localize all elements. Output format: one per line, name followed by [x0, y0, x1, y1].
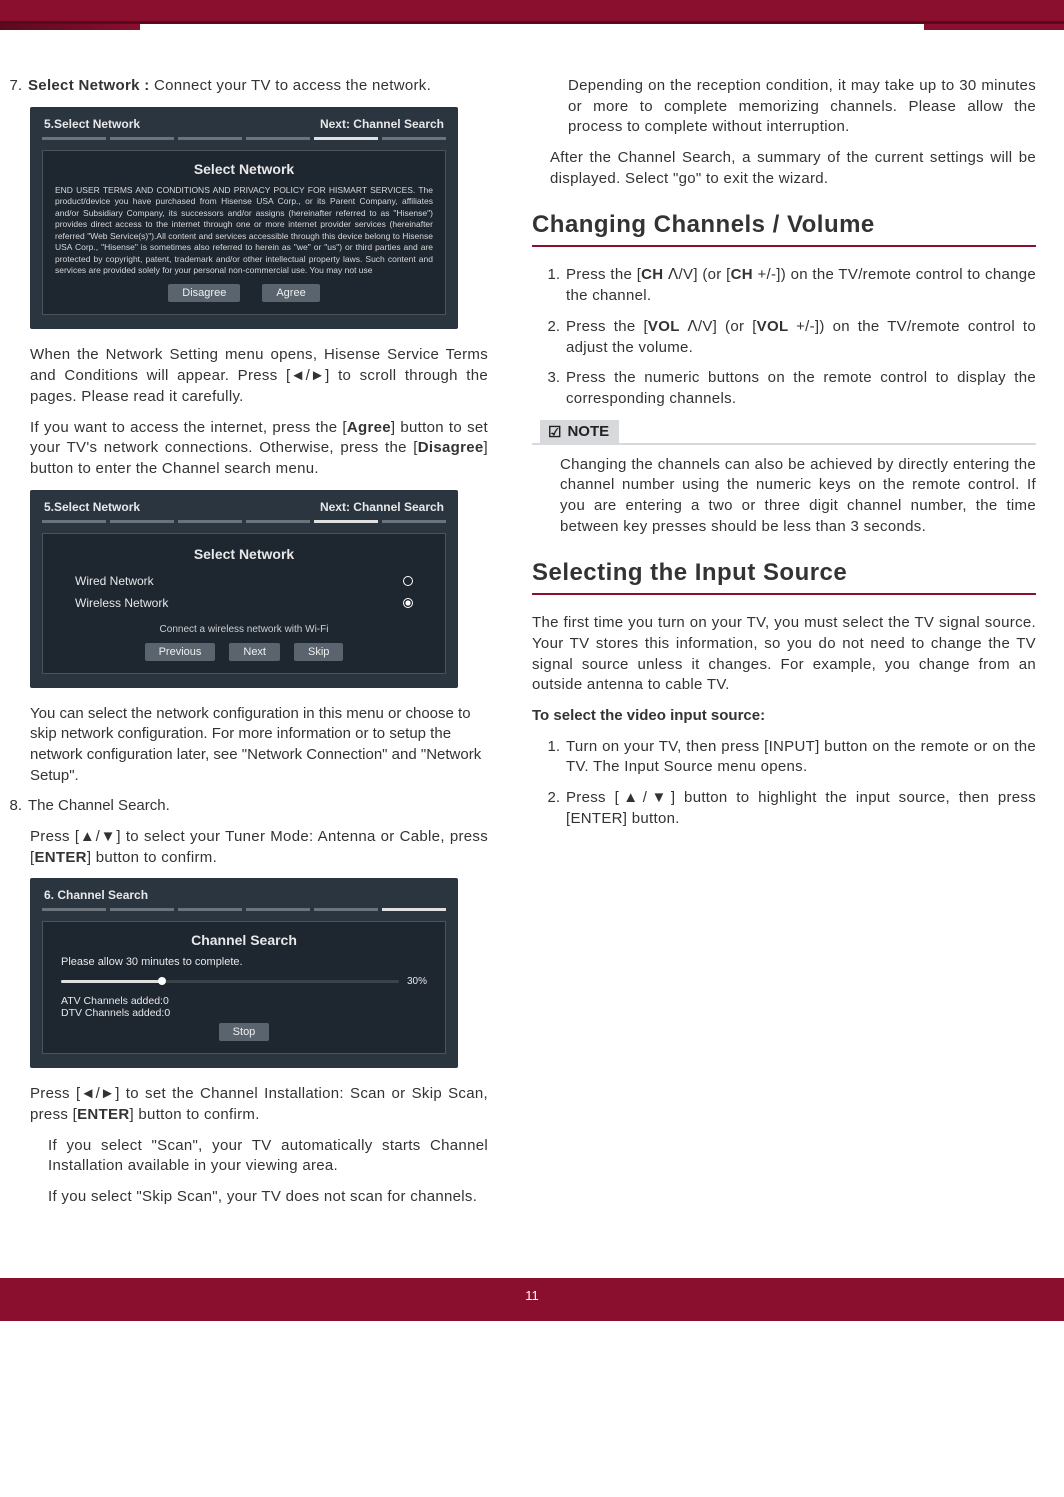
radio-icon: [403, 576, 413, 586]
step-progress: [42, 137, 446, 140]
option-label: Wireless Network: [75, 596, 168, 610]
paragraph: You can select the network configuration…: [30, 704, 488, 787]
option-hint: Connect a wireless network with Wi-Fi: [71, 624, 417, 635]
item-text: The Channel Search.: [28, 796, 488, 817]
text-run: Press the [: [566, 318, 648, 335]
text-bold: VOL: [757, 318, 796, 335]
radio-selected-icon: [403, 598, 413, 608]
list-item: 1. Press the [CH ᐱ/V] (or [CH +/-]) on t…: [540, 265, 1036, 306]
item-text: Turn on your TV, then press [INPUT] butt…: [566, 737, 1036, 778]
list-item: 1. Turn on your TV, then press [INPUT] b…: [540, 737, 1036, 778]
paragraph: Press [◄/►] to set the Channel Installat…: [30, 1084, 488, 1125]
atv-count: ATV Channels added:0: [61, 995, 427, 1007]
item-number: 2.: [540, 788, 560, 829]
wizard-panel-network: 5.Select Network Next: Channel Search Se…: [30, 490, 458, 688]
left-column: 7. Select Network : Connect your TV to a…: [0, 70, 488, 1218]
section-title: Selecting the Input Source: [532, 559, 1036, 587]
list-item: 3. Press the numeric buttons on the remo…: [540, 368, 1036, 409]
option-wireless[interactable]: Wireless Network: [71, 592, 417, 614]
frame-title: Channel Search: [61, 932, 427, 948]
item-text: Press the numeric buttons on the remote …: [566, 368, 1036, 409]
text-run: Press the [: [566, 266, 641, 283]
panel-next-label: Next: Channel Search: [320, 500, 444, 514]
disagree-button[interactable]: Disagree: [168, 284, 240, 302]
previous-button[interactable]: Previous: [145, 643, 216, 661]
frame-title: Select Network: [55, 161, 433, 177]
item-number: 2.: [540, 317, 560, 358]
page-body: 7. Select Network : Connect your TV to a…: [0, 30, 1064, 1238]
item-number: 3.: [540, 368, 560, 409]
option-label: Wired Network: [75, 574, 154, 588]
subheading: To select the video input source:: [532, 706, 1036, 727]
text-bold: ENTER: [77, 1106, 129, 1123]
list-item: 2. Press [▲/▼] button to highlight the i…: [540, 788, 1036, 829]
list-item: 2. Press the [VOL ᐱ/V] (or [VOL +/-]) on…: [540, 317, 1036, 358]
paragraph: If you select "Skip Scan", your TV does …: [48, 1187, 488, 1208]
panel-step-label: 5.Select Network: [44, 117, 140, 131]
list-item: 8. The Channel Search.: [0, 796, 488, 817]
paragraph: Depending on the reception condition, it…: [568, 76, 1036, 138]
note-label: NOTE: [567, 423, 609, 440]
progress-bar: [61, 980, 399, 983]
header-decoration: [0, 24, 1064, 30]
rule: [532, 245, 1036, 247]
panel-step-label: 6. Channel Search: [44, 888, 148, 902]
step-progress: [42, 520, 446, 523]
item-number: 8.: [0, 796, 22, 817]
note-icon: ☑: [548, 423, 561, 441]
item-number: 7.: [0, 76, 22, 97]
next-button[interactable]: Next: [229, 643, 280, 661]
item-text: Press [▲/▼] button to highlight the inpu…: [566, 788, 1036, 829]
paragraph: The first time you turn on your TV, you …: [532, 613, 1036, 696]
panel-next-label: Next: Channel Search: [320, 117, 444, 131]
dtv-count: DTV Channels added:0: [61, 1007, 427, 1019]
wizard-panel-channel-search: 6. Channel Search Channel Search Please …: [30, 878, 458, 1068]
paragraph: After the Channel Search, a summary of t…: [550, 148, 1036, 189]
lead-strong: Select Network :: [28, 77, 154, 94]
lead-rest: Connect your TV to access the network.: [154, 77, 431, 94]
frame-title: Select Network: [71, 546, 417, 562]
wizard-panel-terms: 5.Select Network Next: Channel Search Se…: [30, 107, 458, 330]
text-bold: Agree: [347, 419, 391, 436]
header-bar: [0, 0, 1064, 24]
text-bold: ENTER: [34, 849, 86, 866]
page-footer: 11: [0, 1278, 1064, 1321]
progress-percent: 30%: [407, 976, 427, 987]
text-run: If you want to access the internet, pres…: [30, 419, 347, 436]
paragraph: If you want to access the internet, pres…: [30, 418, 488, 480]
text-run: ] button to confirm.: [87, 849, 217, 866]
text-bold: CH: [641, 266, 668, 283]
text-run: ᐱ/V] (or [: [668, 266, 731, 283]
page-number: 11: [525, 1288, 539, 1303]
text-bold: CH: [731, 266, 758, 283]
skip-button[interactable]: Skip: [294, 643, 343, 661]
eula-text: END USER TERMS AND CONDITIONS AND PRIVAC…: [55, 185, 433, 277]
text-run: ] button to confirm.: [129, 1106, 259, 1123]
panel-step-label: 5.Select Network: [44, 500, 140, 514]
agree-button[interactable]: Agree: [262, 284, 319, 302]
note-text: Changing the channels can also be achiev…: [560, 455, 1036, 538]
option-wired[interactable]: Wired Network: [71, 570, 417, 592]
item-number: 1.: [540, 265, 560, 306]
scan-message: Please allow 30 minutes to complete.: [61, 956, 427, 968]
stop-button[interactable]: Stop: [219, 1023, 270, 1041]
section-title: Changing Channels / Volume: [532, 211, 1036, 239]
text-bold: Disagree: [418, 439, 484, 456]
rule: [532, 593, 1036, 595]
list-item: 7. Select Network : Connect your TV to a…: [0, 76, 488, 97]
note-block: ☑ NOTE: [532, 420, 1036, 445]
text-run: ᐱ/V] (or [: [687, 318, 756, 335]
paragraph: Press [▲/▼] to select your Tuner Mode: A…: [30, 827, 488, 868]
right-column: Depending on the reception condition, it…: [532, 70, 1036, 1218]
item-number: 1.: [540, 737, 560, 778]
paragraph: When the Network Setting menu opens, His…: [30, 345, 488, 407]
paragraph: If you select "Scan", your TV automatica…: [48, 1136, 488, 1177]
text-bold: VOL: [648, 318, 687, 335]
step-progress: [42, 908, 446, 911]
